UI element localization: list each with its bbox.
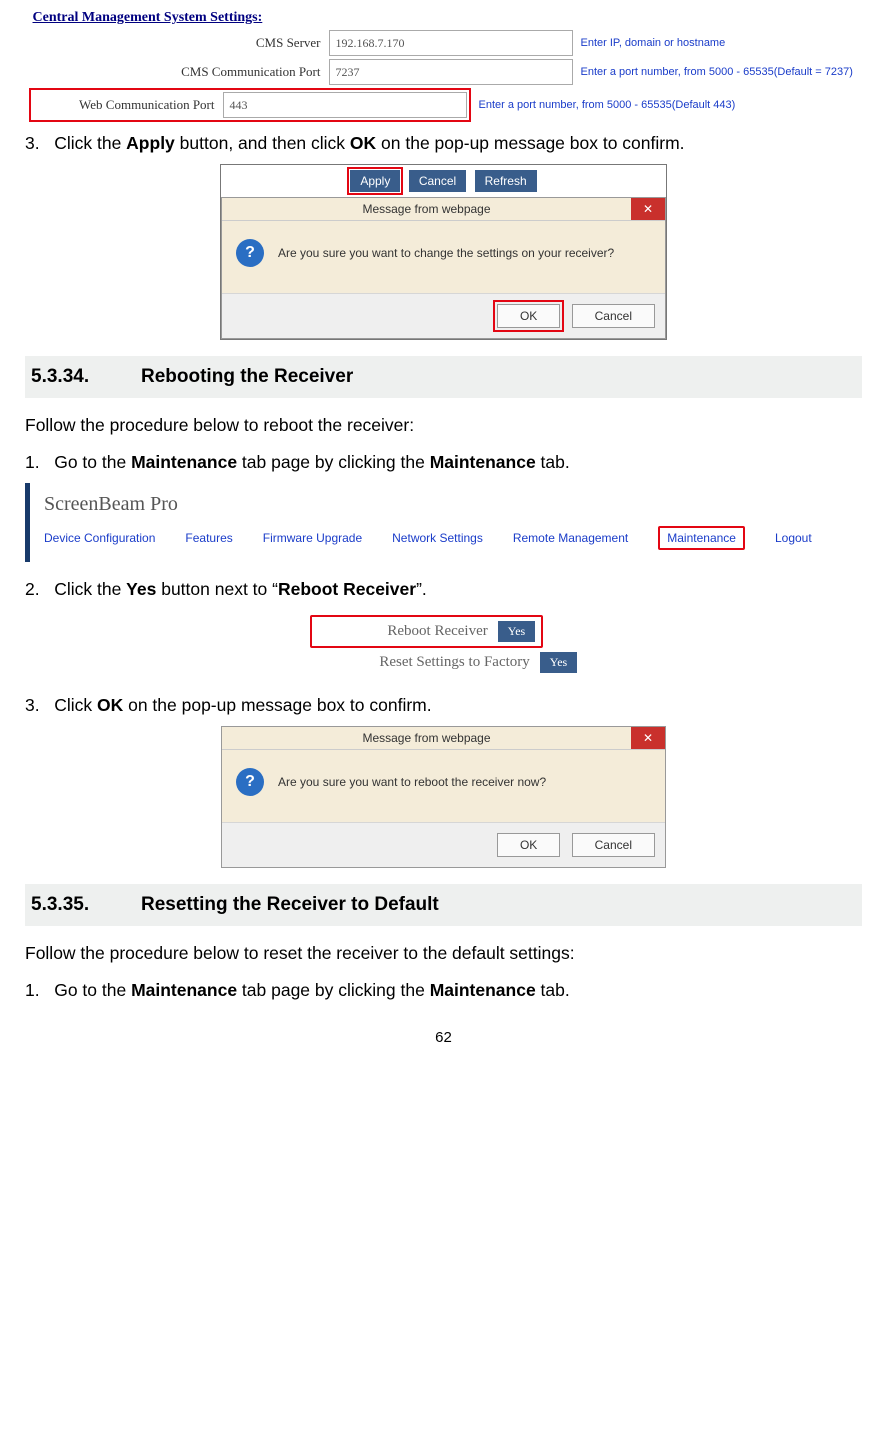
tab-device-configuration[interactable]: Device Configuration bbox=[44, 531, 155, 545]
cancel-dialog-button[interactable]: Cancel bbox=[572, 833, 655, 857]
question-icon: ? bbox=[236, 768, 264, 796]
dialog-title: Message from webpage bbox=[222, 198, 631, 220]
sec34-step1-text: 1. Go to the Maintenance tab page by cli… bbox=[53, 449, 862, 475]
page-number: 62 bbox=[25, 1029, 862, 1046]
apply-toolbar-figure: Apply Cancel Refresh Message from webpag… bbox=[220, 164, 667, 340]
step-3-apply-ok: 3. Click the Apply button, and then clic… bbox=[53, 130, 862, 156]
cms-row-web-port: Web Communication Port 443 Enter a port … bbox=[29, 88, 859, 122]
tab-maintenance[interactable]: Maintenance bbox=[658, 526, 745, 550]
sec35-intro: Follow the procedure below to reset the … bbox=[25, 940, 862, 966]
dialog-title: Message from webpage bbox=[222, 727, 631, 749]
cancel-button[interactable]: Cancel bbox=[409, 170, 466, 192]
dialog-text: Are you sure you want to change the sett… bbox=[278, 246, 614, 260]
sec34-intro: Follow the procedure below to reboot the… bbox=[25, 412, 862, 438]
cms-settings-figure: Central Management System Settings: CMS … bbox=[29, 10, 859, 122]
screenbeam-logo: ScreenBeam Pro bbox=[44, 493, 848, 516]
cms-comm-port-input[interactable]: 7237 bbox=[329, 59, 573, 85]
tab-network-settings[interactable]: Network Settings bbox=[392, 531, 483, 545]
cms-row-server: CMS Server 192.168.7.170 Enter IP, domai… bbox=[29, 30, 859, 56]
cms-server-input[interactable]: 192.168.7.170 bbox=[329, 30, 573, 56]
question-icon: ? bbox=[236, 239, 264, 267]
tab-features[interactable]: Features bbox=[185, 531, 232, 545]
cancel-dialog-button[interactable]: Cancel bbox=[572, 304, 655, 328]
tab-firmware-upgrade[interactable]: Firmware Upgrade bbox=[263, 531, 362, 545]
reboot-figure: Reboot Receiver Yes Reset Settings to Fa… bbox=[309, 610, 578, 678]
cms-web-port-input[interactable]: 443 bbox=[223, 92, 467, 118]
screenbeam-tabs-figure: ScreenBeam Pro Device Configuration Feat… bbox=[25, 483, 862, 562]
ok-button[interactable]: OK bbox=[497, 304, 560, 328]
dialog-text: Are you sure you want to reboot the rece… bbox=[278, 775, 546, 789]
section-5-3-34-heading: 5.3.34. Rebooting the Receiver bbox=[25, 356, 862, 398]
close-icon[interactable]: ✕ bbox=[631, 198, 665, 220]
section-5-3-35-heading: 5.3.35. Resetting the Receiver to Defaul… bbox=[25, 884, 862, 926]
tab-remote-management[interactable]: Remote Management bbox=[513, 531, 628, 545]
cms-row-comm-port: CMS Communication Port 7237 Enter a port… bbox=[29, 59, 859, 85]
apply-button[interactable]: Apply bbox=[350, 170, 400, 192]
ok-button[interactable]: OK bbox=[497, 833, 560, 857]
sec34-step2-text: 2. Click the Yes button next to “Reboot … bbox=[53, 576, 862, 602]
confirm-settings-dialog: Message from webpage ✕ ? Are you sure yo… bbox=[221, 197, 666, 339]
sec34-step3-text: 3. Click OK on the pop-up message box to… bbox=[53, 692, 862, 718]
reset-factory-yes-button[interactable]: Yes bbox=[540, 652, 577, 673]
sec35-step1-text: 1. Go to the Maintenance tab page by cli… bbox=[53, 977, 862, 1003]
close-icon[interactable]: ✕ bbox=[631, 727, 665, 749]
reboot-yes-button[interactable]: Yes bbox=[498, 621, 535, 642]
refresh-button[interactable]: Refresh bbox=[475, 170, 537, 192]
tab-logout[interactable]: Logout bbox=[775, 531, 812, 545]
confirm-reboot-dialog: Message from webpage ✕ ? Are you sure yo… bbox=[221, 726, 666, 868]
cms-heading: Central Management System Settings: bbox=[33, 10, 859, 26]
